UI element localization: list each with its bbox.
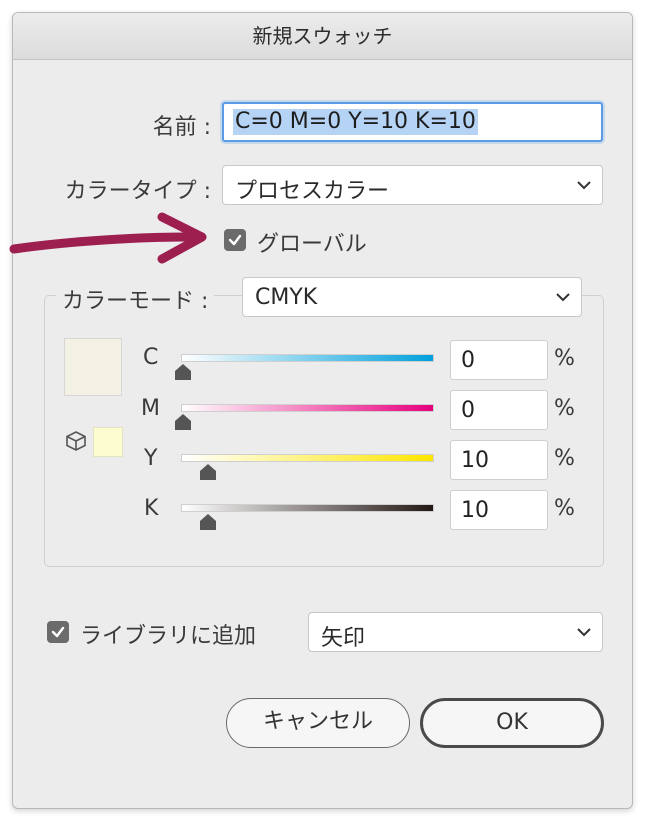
library-value: 矢印 [321, 626, 366, 651]
color-type-label: カラータイプ : [64, 179, 211, 204]
library-select[interactable]: 矢印 [308, 612, 603, 652]
channel-y-value: 10 [461, 448, 489, 473]
channel-y-slider[interactable] [181, 454, 434, 462]
ok-button[interactable]: OK [420, 698, 604, 748]
color-mode-value: CMYK [255, 285, 318, 310]
color-type-value: プロセスカラー [235, 179, 390, 204]
out-of-gamut-cube-icon[interactable] [65, 430, 87, 452]
channel-m-slider[interactable] [181, 404, 434, 412]
channel-k-value: 10 [461, 498, 489, 523]
channel-k-unit: % [554, 496, 575, 521]
channel-y-input[interactable]: 10 [450, 440, 548, 480]
channel-k-input[interactable]: 10 [450, 490, 548, 530]
new-swatch-dialog: 新規スウォッチ 名前 : C=0 M=0 Y=10 K=10 カラータイプ : … [12, 12, 633, 809]
name-input-value: C=0 M=0 Y=10 K=10 [233, 109, 478, 135]
channel-c-value: 0 [461, 348, 475, 373]
add-to-library-label: ライブラリに追加 [80, 624, 257, 649]
channel-m-letter: M [141, 396, 160, 421]
channel-y-unit: % [554, 446, 575, 471]
color-mode-select[interactable]: CMYK [242, 277, 582, 317]
checkmark-icon [51, 626, 65, 638]
name-input[interactable]: C=0 M=0 Y=10 K=10 [222, 102, 603, 142]
channel-k-slider[interactable] [181, 504, 434, 512]
channel-m-unit: % [554, 396, 575, 421]
channel-k-letter: K [144, 496, 159, 521]
channel-y-thumb[interactable] [200, 464, 217, 480]
chevron-down-icon [556, 293, 570, 302]
add-to-library-checkbox[interactable] [47, 621, 69, 643]
annotation-arrow-icon [9, 212, 207, 264]
color-mode-label: カラーモード : [56, 283, 215, 315]
chevron-down-icon [577, 181, 591, 190]
gamut-correction-swatch[interactable] [93, 427, 123, 457]
color-preview-swatch [64, 338, 122, 396]
channel-y-letter: Y [144, 446, 158, 471]
channel-m-input[interactable]: 0 [450, 390, 548, 430]
channel-m-value: 0 [461, 398, 475, 423]
dialog-title: 新規スウォッチ [13, 13, 632, 60]
name-label: 名前 : [152, 115, 211, 140]
global-label: グローバル [257, 232, 367, 257]
channel-c-unit: % [554, 346, 575, 371]
channel-k-thumb[interactable] [200, 514, 217, 530]
channel-c-input[interactable]: 0 [450, 340, 548, 380]
color-type-select[interactable]: プロセスカラー [222, 165, 603, 205]
cancel-button[interactable]: キャンセル [226, 698, 410, 748]
channel-c-thumb[interactable] [175, 364, 191, 380]
channel-m-thumb[interactable] [175, 414, 191, 430]
channel-c-slider[interactable] [181, 354, 434, 362]
chevron-down-icon [577, 628, 591, 637]
channel-c-letter: C [143, 345, 159, 370]
